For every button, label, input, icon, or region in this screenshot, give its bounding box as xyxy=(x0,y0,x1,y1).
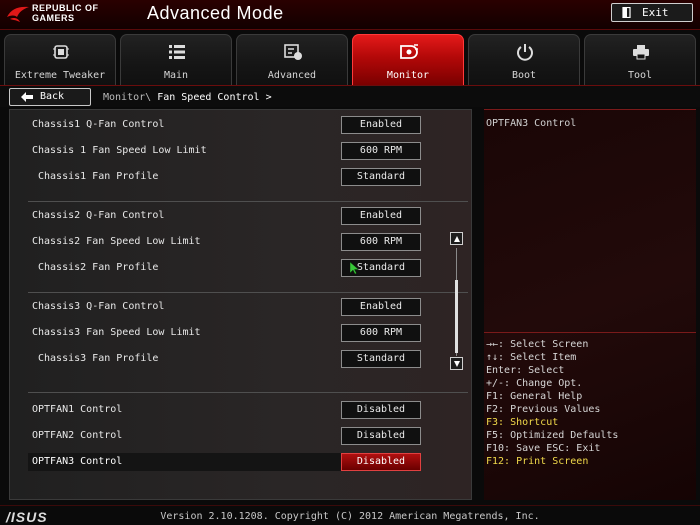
tab-label: Monitor xyxy=(386,70,430,81)
setting-row[interactable]: Chassis3 Q-Fan Control Enabled xyxy=(28,298,421,316)
setting-row-selected[interactable]: OPTFAN3 Control Disabled xyxy=(28,453,421,471)
back-button[interactable]: Back xyxy=(9,88,91,106)
scrollbar-thumb[interactable] xyxy=(455,280,458,353)
setting-value[interactable]: Standard xyxy=(341,168,421,186)
tab-monitor[interactable]: Monitor xyxy=(352,34,464,85)
tab-advanced[interactable]: Advanced xyxy=(236,34,348,85)
setting-row[interactable]: Chassis2 Fan Profile Standard xyxy=(28,259,421,277)
back-arrow-icon xyxy=(21,92,33,102)
setting-label: Chassis 1 Fan Speed Low Limit xyxy=(32,145,207,156)
setting-value[interactable]: Enabled xyxy=(341,207,421,225)
setting-value[interactable]: 600 RPM xyxy=(341,142,421,160)
setting-value[interactable]: 600 RPM xyxy=(341,233,421,251)
breadcrumb-parent[interactable]: Monitor\ xyxy=(103,92,151,103)
help-divider xyxy=(484,332,696,333)
tab-tool[interactable]: Tool xyxy=(584,34,696,85)
setting-label: Chassis2 Fan Speed Low Limit xyxy=(32,236,201,247)
setting-value[interactable]: Enabled xyxy=(341,298,421,316)
setting-value[interactable]: Disabled xyxy=(341,453,421,471)
tab-label: Advanced xyxy=(267,70,317,81)
scroll-down-button[interactable] xyxy=(450,357,463,370)
key-hint-shortcut: F3: Shortcut xyxy=(486,417,559,428)
setting-label: Chassis1 Q-Fan Control xyxy=(32,119,165,130)
list-icon xyxy=(169,45,185,59)
help-title: OPTFAN3 Control xyxy=(486,118,577,129)
exit-label: Exit xyxy=(642,6,669,19)
key-hint: F5: Optimized Defaults xyxy=(486,430,619,441)
footer: /ISUS Version 2.10.1208. Copyright (C) 2… xyxy=(0,505,700,525)
setting-label: OPTFAN2 Control xyxy=(32,430,123,441)
setting-label: Chassis2 Fan Profile xyxy=(38,262,159,273)
setting-row[interactable]: Chassis 1 Fan Speed Low Limit 600 RPM xyxy=(28,142,421,160)
group-divider xyxy=(28,392,468,393)
setting-label: Chassis2 Q-Fan Control xyxy=(32,210,165,221)
group-divider xyxy=(28,201,468,202)
setting-row[interactable]: Chassis3 Fan Speed Low Limit 600 RPM xyxy=(28,324,421,342)
key-hint: +/-: Change Opt. xyxy=(486,378,583,389)
tweaker-icon xyxy=(53,45,69,59)
setting-row[interactable]: Chassis2 Q-Fan Control Enabled xyxy=(28,207,421,225)
tab-main[interactable]: Main xyxy=(120,34,232,85)
triangle-up-icon xyxy=(454,236,460,242)
settings-panel: Chassis1 Q-Fan Control Enabled Chassis 1… xyxy=(9,109,472,500)
key-hint: ↑↓: Select Item xyxy=(486,352,577,363)
breadcrumb-current: Fan Speed Control > xyxy=(157,92,272,103)
setting-row[interactable]: Chassis1 Fan Profile Standard xyxy=(28,168,421,186)
mouse-cursor-icon xyxy=(350,262,359,275)
exit-door-icon xyxy=(622,7,631,18)
exit-button[interactable]: Exit xyxy=(611,3,693,22)
help-divider-top xyxy=(484,109,696,110)
setting-value[interactable]: Enabled xyxy=(341,116,421,134)
key-hint: F2: Previous Values xyxy=(486,404,601,415)
breadcrumb-bar: Back Monitor\ Fan Speed Control > xyxy=(0,85,700,107)
setting-row[interactable]: Chassis3 Fan Profile Standard xyxy=(28,350,421,368)
top-header: REPUBLIC OF GAMERS Advanced Mode Exit xyxy=(0,0,700,30)
version-text: Version 2.10.1208. Copyright (C) 2012 Am… xyxy=(160,511,540,522)
setting-label: Chassis1 Fan Profile xyxy=(38,171,159,182)
breadcrumb: Monitor\ Fan Speed Control > xyxy=(103,92,272,103)
tab-label: Main xyxy=(163,70,189,81)
key-hint: →←: Select Screen xyxy=(486,339,589,350)
group-divider xyxy=(28,292,468,293)
rog-eye-logo-icon xyxy=(7,6,29,22)
setting-label: Chassis3 Fan Profile xyxy=(38,353,159,364)
help-panel: OPTFAN3 Control →←: Select Screen ↑↓: Se… xyxy=(484,109,696,500)
setting-value[interactable]: Disabled xyxy=(341,401,421,419)
tab-boot[interactable]: Boot xyxy=(468,34,580,85)
advanced-icon xyxy=(284,44,302,60)
setting-value[interactable]: Disabled xyxy=(341,427,421,445)
monitor-icon xyxy=(400,44,418,59)
tab-label: Extreme Tweaker xyxy=(14,70,106,81)
setting-label: Chassis3 Q-Fan Control xyxy=(32,301,165,312)
setting-row[interactable]: OPTFAN1 Control Disabled xyxy=(28,401,421,419)
power-icon xyxy=(517,44,533,61)
key-hint: F10: Save ESC: Exit xyxy=(486,443,601,454)
brand-line-1: REPUBLIC OF xyxy=(32,3,99,13)
triangle-down-icon xyxy=(454,361,460,367)
setting-label: Chassis3 Fan Speed Low Limit xyxy=(32,327,201,338)
setting-label: OPTFAN3 Control xyxy=(32,456,123,467)
main-tabs: Extreme Tweaker Main Advanced Monitor Bo… xyxy=(4,34,698,85)
printer-icon xyxy=(633,45,649,60)
scroll-up-button[interactable] xyxy=(450,232,463,245)
back-label: Back xyxy=(40,91,65,102)
setting-row[interactable]: Chassis1 Q-Fan Control Enabled xyxy=(28,116,421,134)
mode-title: Advanced Mode xyxy=(147,3,284,23)
brand-text: REPUBLIC OF GAMERS xyxy=(32,3,99,23)
tab-label: Tool xyxy=(627,70,653,81)
key-hint: F1: General Help xyxy=(486,391,583,402)
key-hint: Enter: Select xyxy=(486,365,565,376)
setting-value[interactable]: Standard xyxy=(341,350,421,368)
key-legend: →←: Select Screen ↑↓: Select Item Enter:… xyxy=(486,338,696,468)
setting-row[interactable]: Chassis2 Fan Speed Low Limit 600 RPM xyxy=(28,233,421,251)
tab-label: Boot xyxy=(511,70,537,81)
setting-value[interactable]: 600 RPM xyxy=(341,324,421,342)
setting-row[interactable]: OPTFAN2 Control Disabled xyxy=(28,427,421,445)
key-hint-print-screen: F12: Print Screen xyxy=(486,456,589,467)
setting-label: OPTFAN1 Control xyxy=(32,404,123,415)
brand-line-2: GAMERS xyxy=(32,13,75,23)
tab-extreme-tweaker[interactable]: Extreme Tweaker xyxy=(4,34,116,85)
